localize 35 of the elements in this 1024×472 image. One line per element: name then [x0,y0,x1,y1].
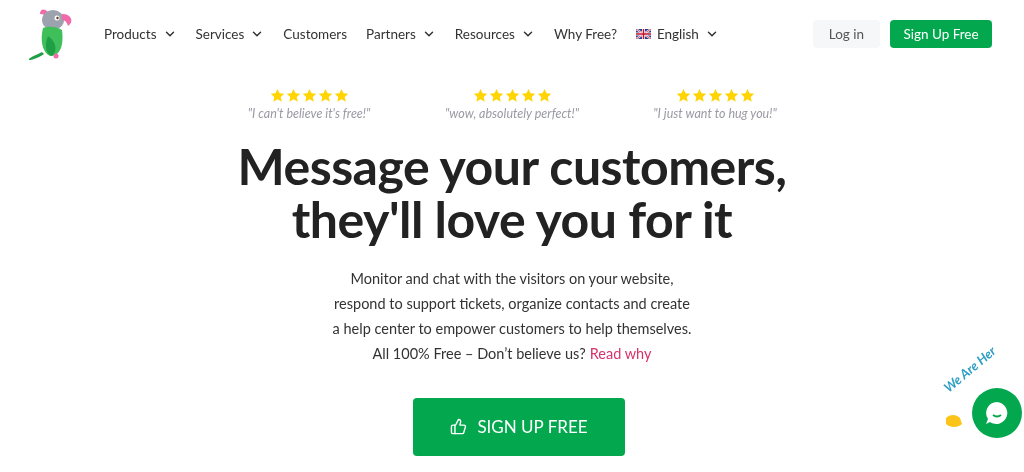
thumbs-up-icon [450,418,468,436]
nav-link[interactable]: Why Free? [553,23,617,45]
login-button[interactable]: Log in [812,20,880,48]
read-why-link[interactable]: Read why [589,340,652,366]
star-icon [691,88,707,103]
star-icon [301,88,317,103]
description: Monitor and chat with the visitors on your website, respond to support tickets, organize contacts and create a help center to empower customers to help themselves. [331,268,693,339]
chat-bubble-icon [984,400,1010,426]
star-icon [317,88,333,103]
star-icon [472,88,488,103]
star-icon [739,88,755,103]
star-icon [269,88,285,103]
chat-button[interactable] [972,388,1022,438]
free-note: All 100% Free – Don’t believe us? [372,343,586,364]
star-icon [723,88,739,103]
star-icon [520,88,536,103]
nav-menu[interactable]: Products [104,23,177,45]
star-icon [536,88,552,103]
review-quote: "wow, absolutely perfect!" [445,105,579,123]
flag-icon [635,29,651,39]
review-quote: "I can't believe it's free!" [247,105,371,123]
star-icon [707,88,723,103]
star-icon [285,88,301,103]
nav-menu[interactable]: Partners [366,23,436,45]
language-menu[interactable]: English [635,23,719,45]
star-icon [333,88,349,103]
star-icon [675,88,691,103]
nav-menu[interactable]: Services [195,23,265,45]
nav-link[interactable]: Customers [283,23,348,45]
star-icon [504,88,520,103]
nav-menu[interactable]: Resources [454,23,535,45]
headline: Message your customers, they'll love you for it [236,139,788,246]
star-icon [488,88,504,103]
widget-caption: We Are Her [939,341,1000,398]
review-quote: "I just want to hug you!" [653,105,777,123]
